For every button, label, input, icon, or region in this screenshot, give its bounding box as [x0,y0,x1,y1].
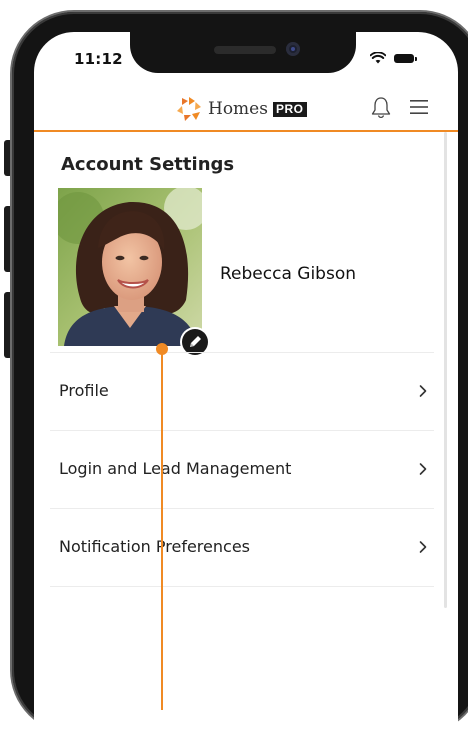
phone-screen: 11:12 Homes PRO Account Settings Rebecca… [34,32,458,732]
menu-item-label: Notification Preferences [59,537,250,556]
battery-icon [394,54,417,63]
chevron-right-icon [419,385,427,397]
app-header: Homes PRO [34,94,458,132]
menu-item-profile[interactable]: Profile [50,353,434,429]
phone-frame: 11:12 Homes PRO Account Settings Rebecca… [0,0,468,732]
annotation-dot [156,343,168,355]
wifi-icon [370,52,386,64]
status-icons [370,52,430,66]
chevron-right-icon [419,463,427,475]
divider [50,586,434,587]
brand-name: Homes [208,99,268,119]
user-name: Rebecca Gibson [220,264,356,284]
menu-item-label: Login and Lead Management [59,459,292,478]
scrollbar[interactable] [444,132,447,608]
chevron-right-icon [419,541,427,553]
menu-item-login-lead-management[interactable]: Login and Lead Management [50,431,434,507]
avatar-photo [58,188,202,346]
status-time: 11:12 [74,50,123,68]
camera-lens [286,42,300,56]
brand-badge: PRO [273,102,307,117]
homes-logo-icon [177,97,201,121]
menu-icon[interactable] [408,98,430,116]
annotation-line [161,350,163,710]
menu-item-notification-preferences[interactable]: Notification Preferences [50,509,434,585]
page-title: Account Settings [61,154,235,175]
speaker-grille [214,46,276,54]
notch [130,32,356,73]
profile-avatar[interactable] [58,188,202,346]
bell-icon[interactable] [370,96,392,120]
menu-item-label: Profile [59,381,109,400]
